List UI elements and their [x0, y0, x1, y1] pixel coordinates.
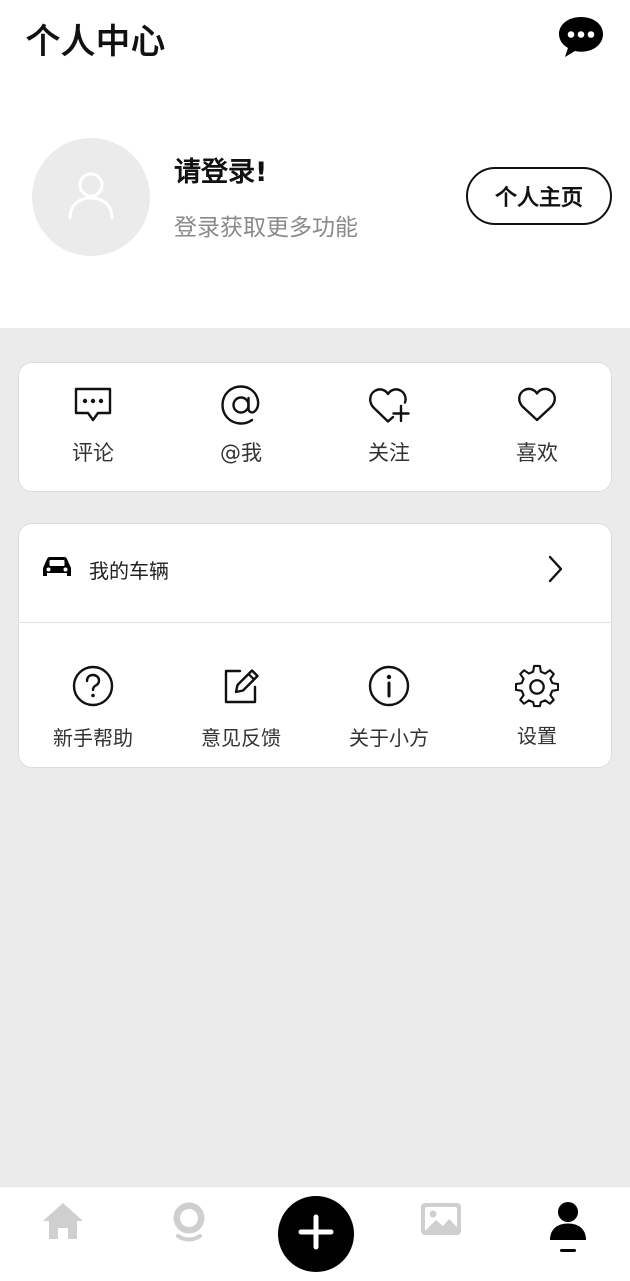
- comments-item[interactable]: 评论: [19, 383, 167, 467]
- avatar[interactable]: [32, 138, 150, 256]
- login-prompt-subtitle: 登录获取更多功能: [174, 215, 358, 241]
- heart-plus-icon: [367, 383, 411, 427]
- tab-gallery[interactable]: [418, 1202, 464, 1240]
- help-label: 新手帮助: [53, 726, 133, 750]
- likes-item[interactable]: 喜欢: [463, 383, 611, 467]
- mentions-item[interactable]: @我: [167, 383, 315, 467]
- help-item[interactable]: 新手帮助: [19, 664, 167, 751]
- tab-me[interactable]: [546, 1201, 590, 1245]
- feedback-label: 意见反馈: [201, 726, 281, 750]
- bottom-tab-bar: [0, 1186, 630, 1281]
- tab-home[interactable]: [40, 1202, 86, 1244]
- activity-card: 评论 @我 关注 喜欢: [18, 362, 612, 492]
- user-outline-icon: [66, 169, 116, 225]
- info-circle-icon: [367, 664, 411, 708]
- tab-camera[interactable]: [168, 1202, 210, 1246]
- login-prompt-title[interactable]: 请登录!: [174, 150, 267, 189]
- following-item[interactable]: 关注: [315, 383, 463, 467]
- settings-label: 设置: [517, 724, 557, 748]
- at-icon: [219, 383, 263, 427]
- plus-icon: [298, 1214, 334, 1254]
- chevron-right-icon: [545, 554, 565, 588]
- personal-homepage-button[interactable]: 个人主页: [466, 167, 612, 225]
- following-label: 关注: [368, 441, 410, 465]
- active-tab-indicator: [560, 1249, 576, 1252]
- comments-label: 评论: [72, 441, 114, 465]
- likes-label: 喜欢: [516, 441, 558, 465]
- settings-item[interactable]: 设置: [463, 664, 611, 751]
- image-icon: [419, 1201, 463, 1241]
- profile-header: 个人中心 请登录! 登录获取更多功能 个人主页: [0, 0, 630, 328]
- heart-icon: [515, 383, 559, 427]
- camera-icon: [169, 1200, 209, 1248]
- chat-bubble-icon[interactable]: [556, 14, 606, 60]
- tab-add[interactable]: [278, 1196, 354, 1272]
- comment-icon: [71, 383, 115, 427]
- page-title: 个人中心: [26, 22, 166, 62]
- my-vehicle-row[interactable]: 我的车辆: [19, 524, 611, 623]
- gear-icon: [515, 664, 559, 708]
- person-icon: [547, 1200, 589, 1246]
- car-icon: [41, 554, 73, 584]
- question-circle-icon: [71, 664, 115, 708]
- about-label: 关于小方: [349, 726, 429, 750]
- home-icon: [41, 1201, 85, 1245]
- about-item[interactable]: 关于小方: [315, 664, 463, 751]
- mentions-label: @我: [220, 441, 262, 465]
- my-vehicle-label: 我的车辆: [89, 559, 169, 583]
- edit-icon: [219, 664, 263, 708]
- feedback-item[interactable]: 意见反馈: [167, 664, 315, 751]
- tools-card: 我的车辆 新手帮助 意见反馈 关于小方 设置: [18, 523, 612, 768]
